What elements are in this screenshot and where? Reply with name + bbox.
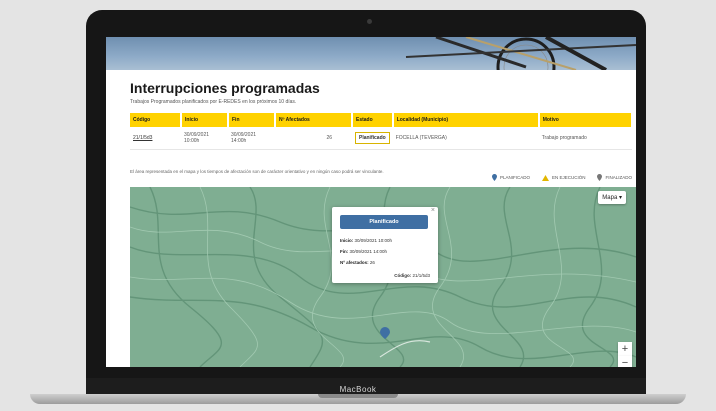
col-fin: Fin [228,113,276,127]
afectados-cell: 26 [275,127,352,150]
map-legend: PLANIFICADO EN EJECUCIÓN FINALIZADO [491,174,632,181]
col-codigo: Código [130,113,182,127]
map-type-dropdown[interactable]: Mapa ▾ [598,191,626,204]
col-afectados: Nº Afectados [275,113,353,127]
map-info-popup: Planificado × Inicio: 30/09/2021 10:00h … [332,207,438,283]
legend-planificado: PLANIFICADO [491,174,530,181]
pin-icon [491,174,497,181]
pin-icon [597,174,603,181]
popup-fin: Fin: 30/09/2021 14:00h [340,249,388,254]
col-inicio: Inicio [181,113,229,127]
popup-afectados: Nº afectados: 26 [340,260,375,265]
inicio-time: 10:00h [184,138,200,144]
bicycle-image [405,37,636,70]
device-brand: MacBook [339,385,377,394]
motivo-cell: Trabajo programado [538,127,632,150]
status-badge: Planificado [355,132,390,144]
table-row: 21/1/5d3 30/09/2021 10:00h 30/09/2021 14:0… [130,127,632,150]
zoom-out-button[interactable]: − [618,356,632,367]
screen: Interrupciones programadas Trabajos Prog… [106,37,636,367]
page-subtitle: Trabajos Programados planificados por E-… [130,99,297,105]
col-estado: Estado [352,113,394,127]
hero-banner [106,37,636,70]
legend-en-ejecucion: EN EJECUCIÓN [541,174,585,181]
localidad-cell: FOCELLA (TEVERGA) [392,127,539,150]
camera-icon [367,19,372,24]
popup-codigo: Código: 21/1/5d3 [394,273,430,278]
zoom-in-button[interactable]: + [618,342,632,356]
popup-status-button[interactable]: Planificado [340,215,428,229]
col-localidad: Localidad (Municipio) [392,113,540,127]
table-header-row: Código Inicio Fin Nº Afectados Estado Lo… [130,113,634,127]
interruptions-table: Código Inicio Fin Nº Afectados Estado Lo… [130,113,634,150]
fin-time: 14:00h [231,138,247,144]
laptop-notch [318,394,398,398]
legend-finalizado: FINALIZADO [597,174,632,181]
close-icon[interactable]: × [431,207,435,214]
popup-inicio: Inicio: 30/09/2021 10:00h [340,238,393,243]
codigo-link[interactable]: 21/1/5d3 [133,135,152,141]
terrain-map[interactable]: Mapa ▾ Planificado × Inicio: 30/09/2021 … [130,187,636,367]
map-disclaimer: El área representada en el mapa y los ti… [130,169,384,174]
warning-icon [541,174,549,181]
map-marker-icon[interactable] [380,327,390,339]
col-motivo: Motivo [538,113,634,127]
page-title: Interrupciones programadas [130,80,320,96]
